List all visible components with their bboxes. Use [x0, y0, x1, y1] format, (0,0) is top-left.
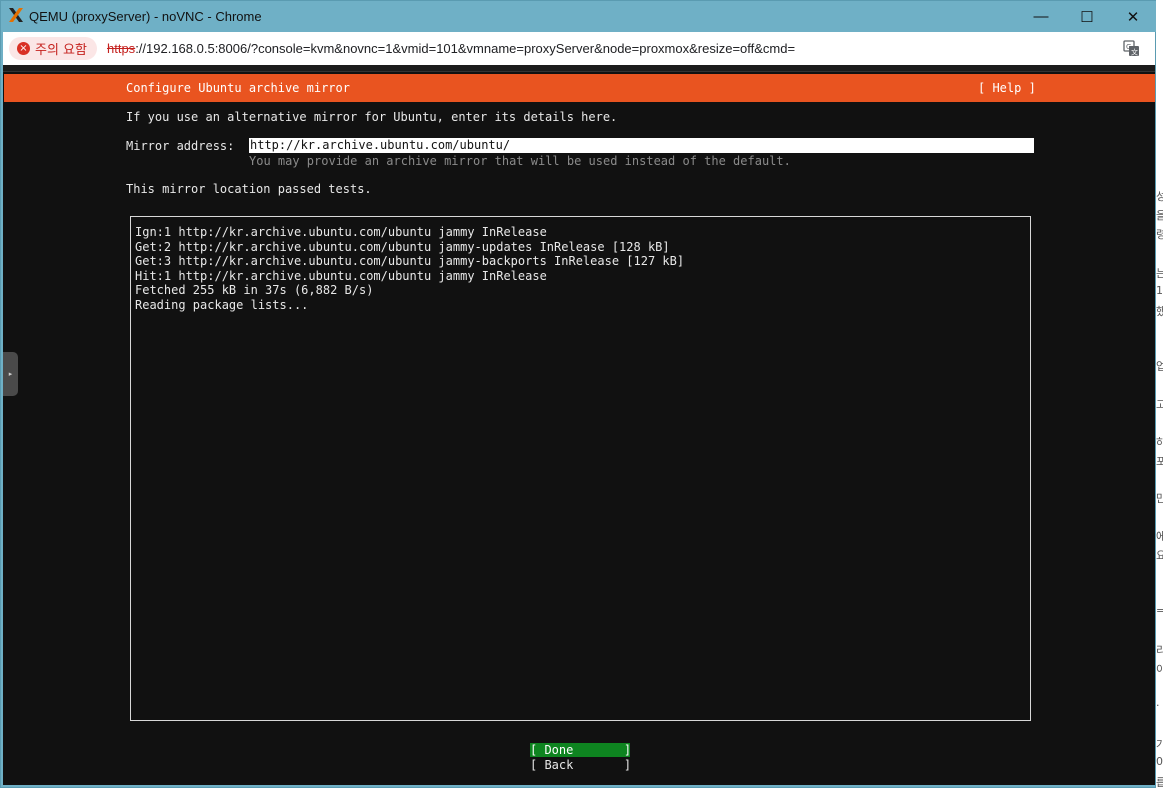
- background-text: 요: [1156, 549, 1163, 562]
- background-text: 는: [1156, 267, 1163, 280]
- vnc-screen[interactable]: Configure Ubuntu archive mirror [ Help ]…: [3, 65, 1155, 785]
- installer-header: Configure Ubuntu archive mirror [ Help ]: [4, 74, 1155, 102]
- url-scheme: https: [107, 41, 136, 56]
- security-warning-chip[interactable]: × 주의 요함: [9, 37, 97, 60]
- mirror-address-input[interactable]: [249, 138, 1034, 153]
- background-text: ·: [1156, 699, 1160, 712]
- window-title: QEMU (proxyServer) - noVNC - Chrome: [29, 9, 262, 24]
- log-line: Get:2 http://kr.archive.ubuntu.com/ubunt…: [135, 240, 670, 254]
- mirror-status-text: This mirror location passed tests.: [126, 182, 372, 196]
- close-button[interactable]: ✕: [1110, 1, 1156, 32]
- background-text: 포: [1156, 455, 1163, 468]
- log-line: Hit:1 http://kr.archive.ubuntu.com/ubunt…: [135, 269, 547, 283]
- url-rest: ://192.168.0.5:8006/?console=kvm&novnc=1…: [135, 41, 796, 56]
- window-titlebar[interactable]: QEMU (proxyServer) - noVNC - Chrome — ☐ …: [1, 1, 1156, 32]
- security-label: 주의 요함: [35, 43, 87, 58]
- done-button[interactable]: [ Done ]: [530, 743, 631, 757]
- background-text: 했: [1156, 305, 1163, 318]
- background-text: 을: [1156, 209, 1163, 222]
- address-bar: × 주의 요함 https://192.168.0.5:8006/?consol…: [3, 32, 1155, 65]
- url-field[interactable]: https://192.168.0.5:8006/?console=kvm&no…: [107, 41, 795, 56]
- intro-text: If you use an alternative mirror for Ubu…: [126, 110, 618, 124]
- background-text: 만: [1156, 492, 1163, 505]
- background-text: 성: [1156, 190, 1163, 203]
- chrome-popup-window: QEMU (proxyServer) - noVNC - Chrome — ☐ …: [0, 0, 1156, 788]
- expand-arrow-icon: ▸: [8, 371, 13, 378]
- log-line: Fetched 255 kB in 37s (6,882 B/s): [135, 283, 374, 297]
- background-page-edge: 성 을 령 는 1 했 업 고 하 포 만 에 요 = 리 이 · 가 0 릅: [1155, 0, 1163, 788]
- log-line: Reading package lists...: [135, 298, 309, 312]
- proxmox-icon: [9, 8, 23, 22]
- screen-top-border: [3, 65, 1155, 72]
- maximize-button[interactable]: ☐: [1064, 1, 1110, 32]
- background-text: 1: [1156, 284, 1163, 297]
- translate-icon[interactable]: G 文: [1123, 40, 1140, 57]
- background-text: 가: [1156, 738, 1163, 751]
- mirror-address-label: Mirror address:: [126, 139, 235, 153]
- background-text: 릅: [1156, 776, 1163, 788]
- back-button[interactable]: [ Back ]: [530, 758, 631, 772]
- apt-log-box[interactable]: Ign:1 http://kr.archive.ubuntu.com/ubunt…: [130, 216, 1031, 721]
- novnc-control-bar-handle[interactable]: ▸: [3, 352, 18, 396]
- mirror-address-hint: You may provide an archive mirror that w…: [249, 154, 791, 168]
- svg-text:文: 文: [1131, 48, 1138, 57]
- warning-icon: ×: [17, 42, 30, 55]
- background-text: 이: [1156, 663, 1163, 676]
- minimize-button[interactable]: —: [1018, 1, 1064, 32]
- background-text: 고: [1156, 398, 1163, 411]
- screen-title: Configure Ubuntu archive mirror: [126, 81, 350, 95]
- background-text: 하: [1156, 436, 1163, 449]
- background-text: 업: [1156, 360, 1163, 373]
- background-text: 리: [1156, 644, 1163, 657]
- log-line: Ign:1 http://kr.archive.ubuntu.com/ubunt…: [135, 225, 547, 239]
- background-text: 0: [1156, 755, 1163, 768]
- background-text: =: [1156, 604, 1163, 617]
- log-line: Get:3 http://kr.archive.ubuntu.com/ubunt…: [135, 254, 685, 268]
- background-text: 령: [1156, 228, 1163, 241]
- background-text: 에: [1156, 530, 1163, 543]
- help-button[interactable]: [ Help ]: [978, 81, 1036, 95]
